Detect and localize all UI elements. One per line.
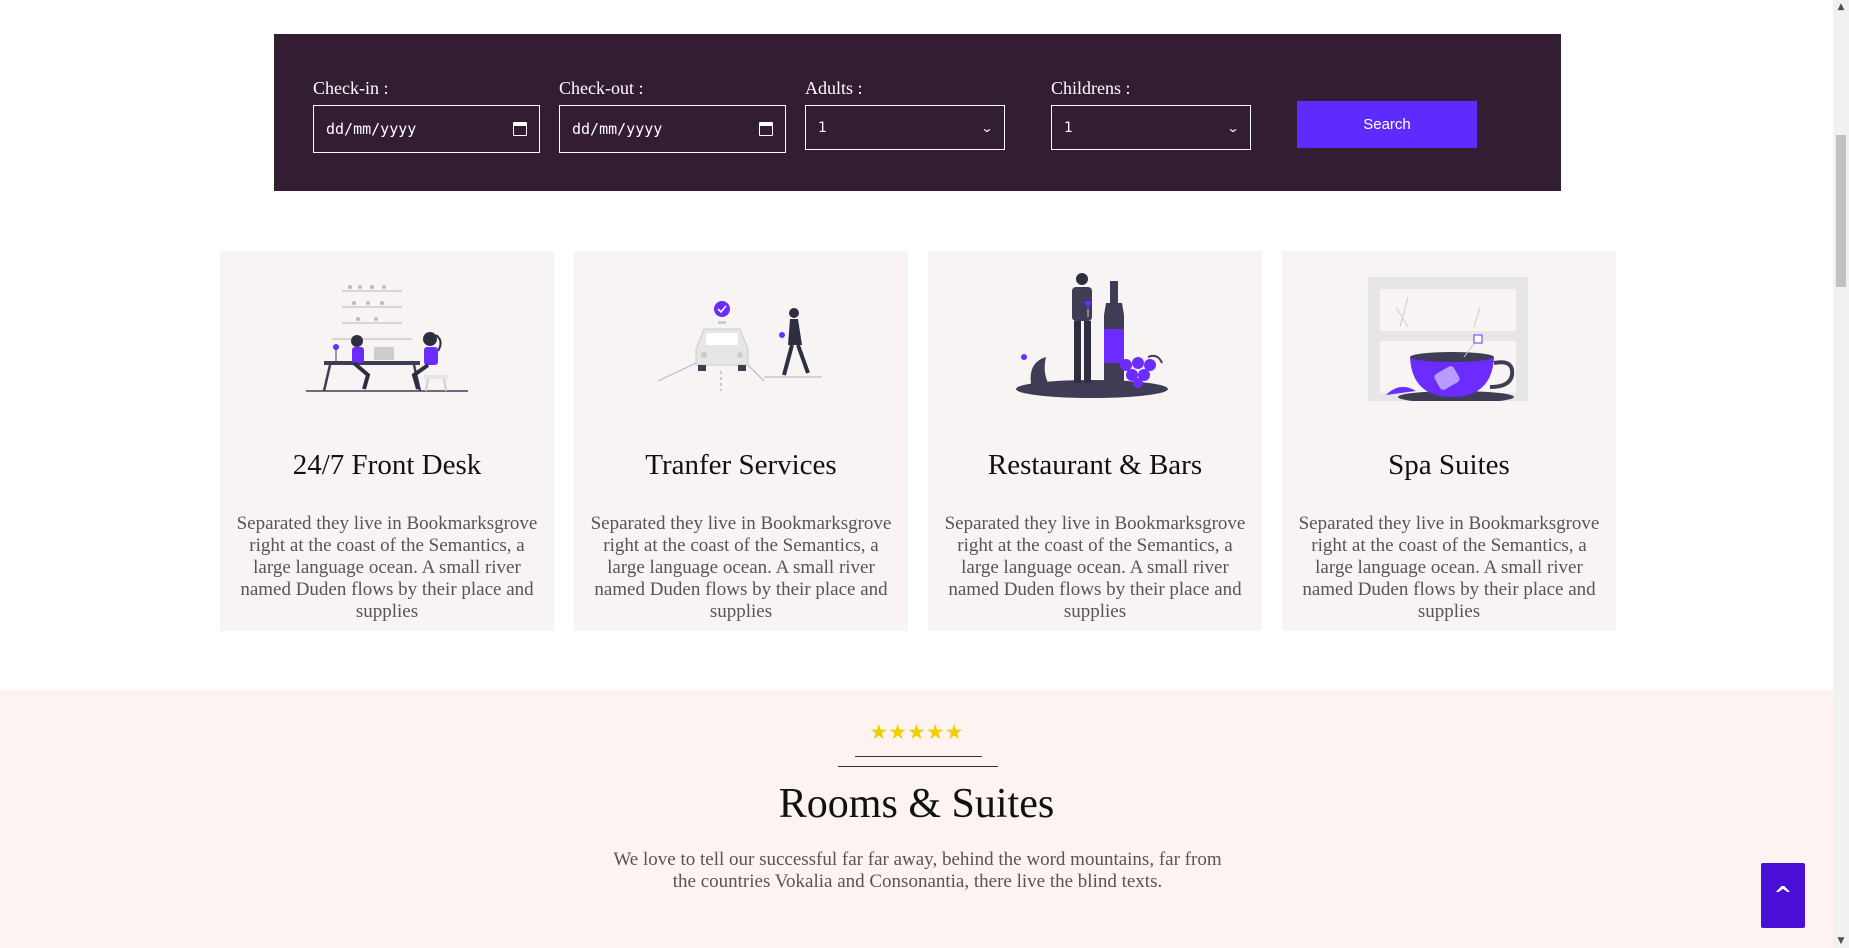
checkin-label: Check-in : [313, 78, 389, 98]
service-title: Restaurant & Bars [987, 449, 1203, 481]
adults-select[interactable]: 1 ⌄ [805, 105, 1005, 150]
calendar-icon[interactable] [759, 122, 773, 136]
service-card-transfer: Tranfer Services Separated they live in … [574, 251, 908, 631]
back-to-top-button[interactable]: ^ [1761, 863, 1805, 928]
service-text: Separated they live in Bookmarksgrove ri… [590, 513, 892, 622]
divider [855, 756, 982, 757]
front-desk-illustration-icon [306, 285, 468, 392]
car-transfer-illustration-icon [657, 301, 822, 391]
checkin-value: dd/mm/yyyy [326, 120, 417, 138]
children-field: Childrens : 1 ⌄ [1051, 78, 1251, 150]
section-title: Rooms & Suites [778, 781, 1055, 827]
service-title: 24/7 Front Desk [292, 449, 482, 481]
checkout-value: dd/mm/yyyy [572, 120, 663, 138]
wine-illustration-icon [1016, 273, 1168, 398]
checkout-label: Check-out : [559, 78, 644, 98]
service-text: Separated they live in Bookmarksgrove ri… [944, 513, 1246, 622]
service-card-restaurant: Restaurant & Bars Separated they live in… [928, 251, 1262, 631]
children-select[interactable]: 1 ⌄ [1051, 105, 1251, 150]
adults-value: 1 [818, 119, 827, 136]
service-title: Spa Suites [1388, 449, 1510, 481]
section-description: We love to tell our successful far far a… [613, 849, 1222, 892]
tea-cup-illustration-icon [1368, 277, 1528, 401]
service-title: Tranfer Services [645, 449, 837, 481]
rooms-section: ★★★★★ Rooms & Suites We love to tell our… [0, 690, 1833, 948]
service-text: Separated they live in Bookmarksgrove ri… [236, 513, 538, 622]
checkin-field: Check-in : dd/mm/yyyy [313, 78, 540, 153]
chevron-down-icon: ⌄ [980, 120, 994, 135]
children-label: Childrens : [1051, 78, 1131, 98]
scrollbar-thumb[interactable] [1836, 135, 1846, 287]
checkin-input[interactable]: dd/mm/yyyy [313, 105, 540, 153]
adults-field: Adults : 1 ⌄ [805, 78, 1005, 150]
checkout-field: Check-out : dd/mm/yyyy [559, 78, 786, 153]
adults-label: Adults : [805, 78, 863, 98]
page: Check-in : dd/mm/yyyy Check-out : dd/mm/… [0, 0, 1833, 948]
scroll-down-arrow-icon[interactable]: ▼ [1833, 934, 1849, 948]
checkout-input[interactable]: dd/mm/yyyy [559, 105, 786, 153]
search-button[interactable]: Search [1297, 101, 1477, 148]
page-scrollbar[interactable]: ▲ ▼ [1833, 0, 1849, 948]
divider [838, 766, 998, 767]
rating-stars-icon: ★★★★★ [869, 720, 964, 744]
service-card-front-desk: 24/7 Front Desk Separated they live in B… [220, 251, 554, 631]
calendar-icon[interactable] [513, 122, 527, 136]
chevron-down-icon: ⌄ [1226, 120, 1240, 135]
booking-form: Check-in : dd/mm/yyyy Check-out : dd/mm/… [274, 34, 1561, 191]
service-text: Separated they live in Bookmarksgrove ri… [1298, 513, 1600, 622]
service-card-spa: Spa Suites Separated they live in Bookma… [1282, 251, 1616, 631]
scroll-up-arrow-icon[interactable]: ▲ [1833, 0, 1849, 14]
children-value: 1 [1064, 119, 1073, 136]
